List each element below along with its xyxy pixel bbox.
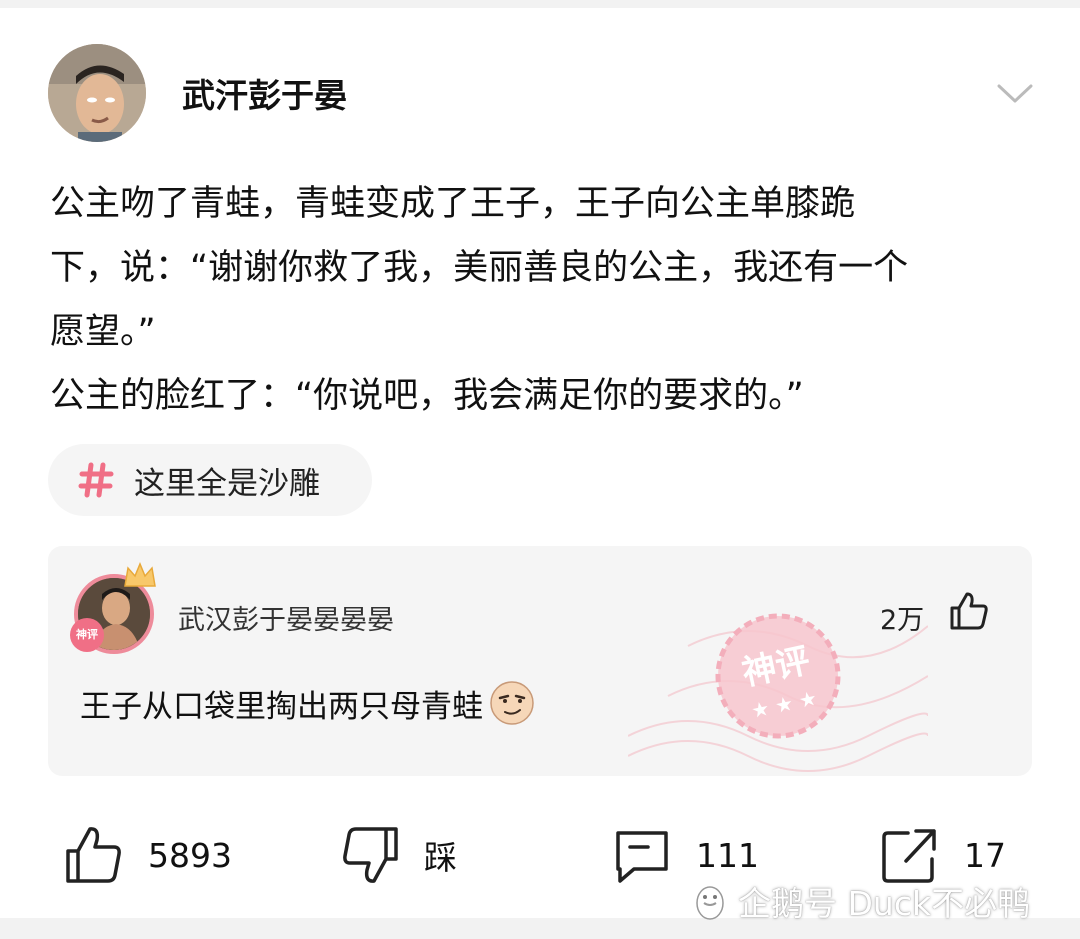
crown-icon [124,562,156,587]
author-avatar-image [48,44,146,142]
commenter-name[interactable]: 武汉彭于晏晏晏晏 [178,598,394,637]
post-card: 武汗彭于晏 公主吻了青蛙，青蛙变成了王子，王子向公主单膝跪 下，说：“谢谢你救了… [0,8,1080,918]
author-avatar[interactable] [48,44,146,142]
post-line: 公主的脸红了：“你说吧，我会满足你的要求的。” [50,376,804,416]
share-icon [882,829,936,883]
like-count: 5893 [148,835,232,875]
top-comment[interactable]: 神评 ★ ★ ★ 神评 武汉彭于晏晏晏晏 2万 王子从口袋里掏出两只母青蛙 [48,546,1032,776]
topic-tag-label: 这里全是沙雕 [134,465,320,502]
comment-count: 111 [696,835,759,875]
dislike-label: 踩 [424,838,457,877]
post-line: 愿望。” [50,312,156,352]
watermark: 企鹅号 Duck不必鸭 [690,878,1030,924]
commenter-avatar[interactable]: 神评 [70,560,162,654]
topic-tag[interactable]: 这里全是沙雕 [48,444,372,516]
smirk-face-emoji-icon [490,681,534,725]
thumbs-up-icon [66,827,121,883]
thumbs-down-icon [343,827,398,883]
dislike-button[interactable]: 踩 [340,820,457,890]
penguin-logo-icon [696,886,724,920]
shenping-badge: 神评 [70,618,104,652]
thumbs-up-icon[interactable] [948,590,990,632]
chevron-down-icon[interactable] [996,82,1034,106]
author-name[interactable]: 武汗彭于晏 [182,76,347,116]
comment-icon [616,831,668,883]
comment-text: 王子从口袋里掏出两只母青蛙 [80,688,483,725]
like-button[interactable]: 5893 [64,820,232,890]
post-line: 公主吻了青蛙，青蛙变成了王子，王子向公主单膝跪 [50,184,856,224]
share-count: 17 [964,835,1006,875]
hashtag-icon [78,462,114,498]
watermark-text: 企鹅号 Duck不必鸭 [738,884,1031,923]
post-line: 下，说：“谢谢你救了我，美丽善良的公主，我还有一个 [50,248,909,288]
comment-text-row: 王子从口袋里掏出两只母青蛙 [80,680,535,726]
comment-like-count: 2万 [880,605,925,636]
post-body: 公主吻了青蛙，青蛙变成了王子，王子向公主单膝跪 下，说：“谢谢你救了我，美丽善良… [50,172,1040,428]
